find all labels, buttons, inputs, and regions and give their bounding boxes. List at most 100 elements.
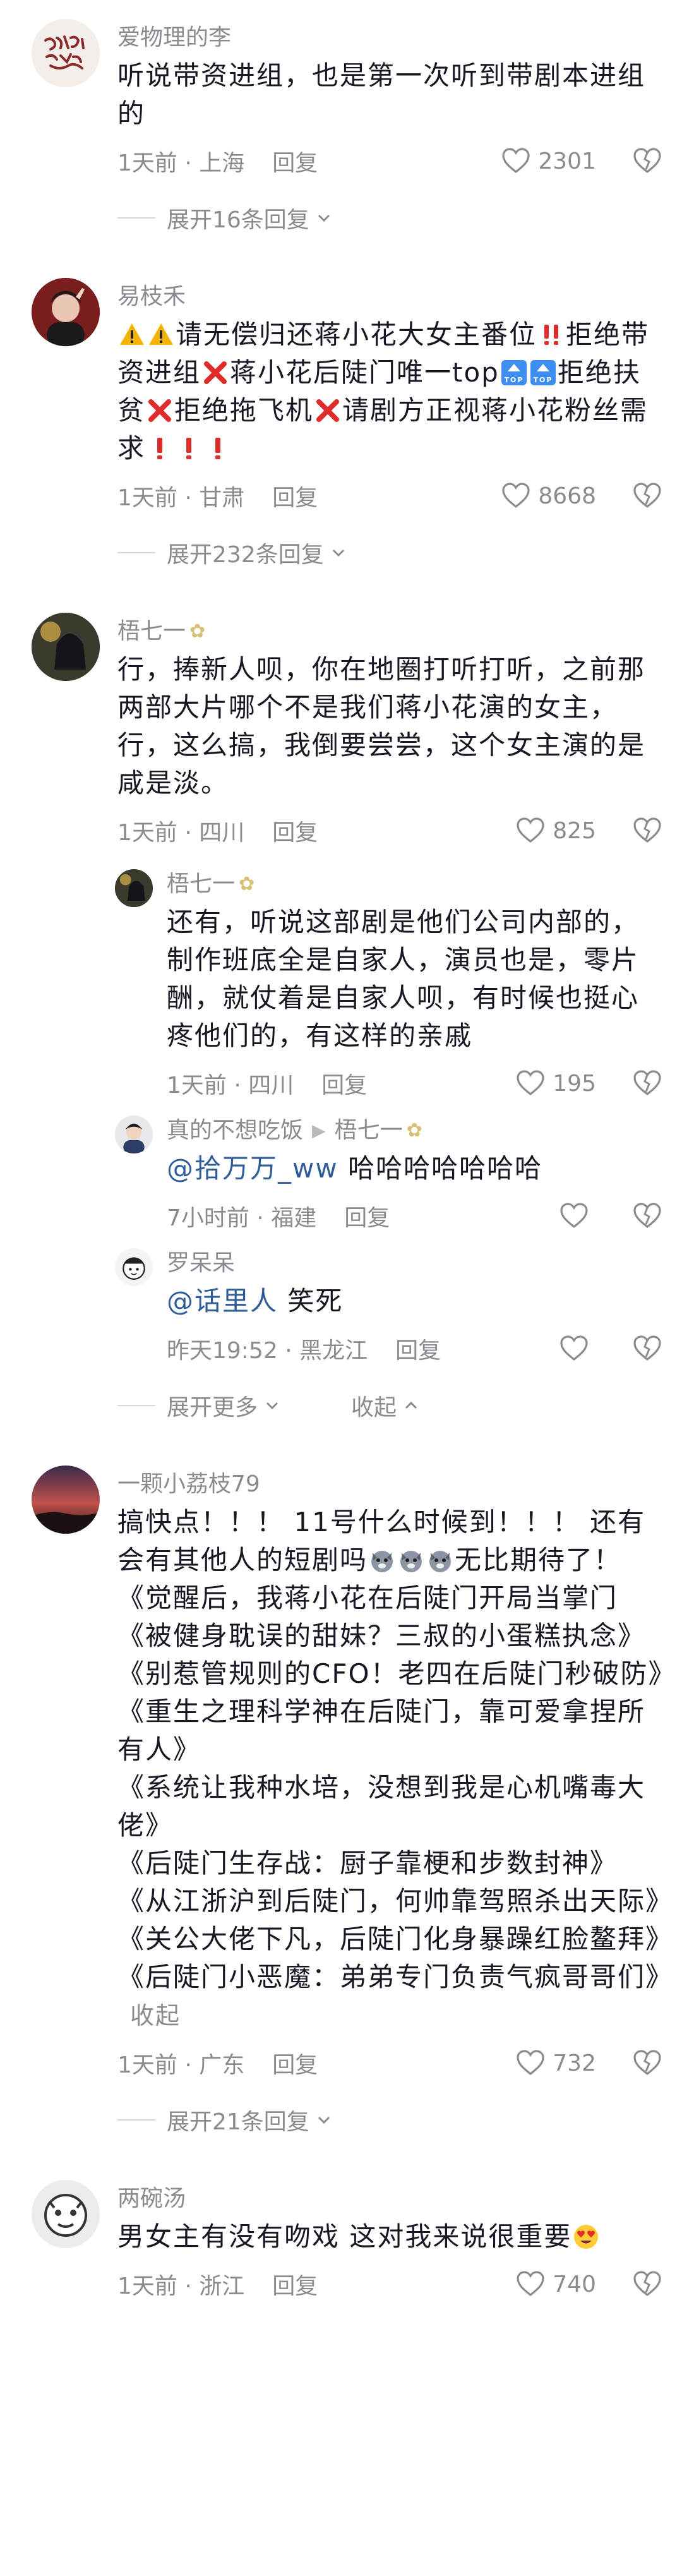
svg-text:TOP: TOP bbox=[533, 376, 553, 384]
like-button[interactable]: 8668 bbox=[500, 480, 596, 512]
reply-meta: 7小时前 · 福建 回复 bbox=[167, 1188, 663, 1244]
comment: 两碗汤 男女主有没有吻戏 这对我来说很重要 1天前 · 浙江 回复 740 bbox=[0, 2180, 682, 2313]
like-count: 732 bbox=[553, 2050, 596, 2076]
reply: 真的不想吃饭 ▶ 梧七一 ✿ @拾万万_ww 哈哈哈哈哈哈哈 7小时前 · 福建… bbox=[0, 1112, 682, 1244]
person-avatar-image bbox=[115, 869, 153, 907]
reply-button[interactable]: 回复 bbox=[344, 1200, 390, 1232]
exclamation-icon bbox=[186, 438, 192, 459]
heart-icon bbox=[517, 1070, 544, 1096]
avatar[interactable] bbox=[115, 869, 153, 907]
avatar[interactable] bbox=[115, 1116, 153, 1153]
like-button[interactable]: 825 bbox=[515, 815, 596, 846]
username-text: 真的不想吃饭 bbox=[167, 1117, 304, 1143]
exclamation-icon bbox=[157, 438, 163, 459]
heart-icon bbox=[560, 1203, 588, 1229]
like-button[interactable] bbox=[558, 1200, 596, 1232]
drama-title: 《从江浙沪到后陡门，何帅靠驾照杀出天际》 bbox=[117, 1886, 674, 1917]
text-segment: 哈哈哈哈哈哈哈 bbox=[338, 1153, 543, 1184]
text-segment: 男女主有没有吻戏 这对我来说很重要 bbox=[117, 2221, 572, 2252]
show-more-button[interactable]: 展开更多 bbox=[167, 1389, 282, 1422]
cross-mark-icon bbox=[204, 361, 227, 384]
time-location: 1天前 · 广东 bbox=[117, 2052, 245, 2078]
time-location: 1天前 · 浙江 bbox=[117, 2273, 245, 2299]
text-segment: 请无偿归还蒋小花大女主番位 bbox=[176, 319, 537, 350]
reply-meta: 昨天19:52 · 黑龙江 回复 bbox=[167, 1320, 663, 1377]
expand-replies-button[interactable]: 展开232条回复 bbox=[117, 524, 682, 581]
avatar[interactable] bbox=[32, 1466, 100, 1534]
comment-text: 搞快点！！！ 11号什么时候到！！！ 还有会有其他人的短剧吗 无比期待了！ 《觉醒… bbox=[117, 1503, 675, 2035]
reply-button[interactable]: 回复 bbox=[321, 1067, 367, 1100]
reply-button[interactable]: 回复 bbox=[395, 1332, 441, 1365]
comment: 易枝禾 请无偿归还蒋小花大女主番位 拒绝带资进组 蒋小花后陡门唯一top TOP TOP… bbox=[0, 278, 682, 524]
avatar[interactable] bbox=[115, 1248, 153, 1286]
reply-text: 还有，听说这部剧是他们公司内部的，制作班底全是自家人，演员也是，零片酬，就仗着是… bbox=[167, 906, 640, 1051]
drama-title: 《系统让我种水培，没想到我是心机嘴毒大佬》 bbox=[117, 1772, 646, 1841]
chevron-up-icon bbox=[405, 1401, 417, 1409]
avatar[interactable] bbox=[32, 278, 100, 346]
expand-replies-button[interactable]: 展开16条回复 bbox=[117, 190, 682, 246]
heart-icon bbox=[517, 2271, 544, 2297]
broken-heart-icon[interactable] bbox=[631, 1068, 663, 1099]
username[interactable]: 一颗小荔枝79 bbox=[117, 1466, 663, 1503]
mention-link[interactable]: @拾万万_ww bbox=[167, 1153, 338, 1184]
avatar[interactable] bbox=[32, 19, 100, 87]
reply-button[interactable]: 回复 bbox=[272, 814, 318, 847]
like-button[interactable]: 195 bbox=[515, 1068, 596, 1099]
like-button[interactable]: 2301 bbox=[500, 145, 596, 177]
heart-eyes-emoji-icon bbox=[574, 2225, 599, 2249]
like-count: 2301 bbox=[538, 148, 596, 174]
heart-icon bbox=[560, 1335, 588, 1361]
top-arrow-icon: TOP bbox=[501, 360, 527, 385]
like-count: 195 bbox=[553, 1070, 596, 1097]
reply-to-user[interactable]: 梧七一 bbox=[335, 1112, 403, 1150]
avatar[interactable] bbox=[32, 2180, 100, 2248]
comment: 梧七一 ✿ 行，捧新人呗，你在地圈打听打听，之前那两部大片哪个不是我们蒋小花演的女… bbox=[0, 613, 682, 859]
broken-heart-icon[interactable] bbox=[631, 2268, 663, 2300]
comment: 爱物理的李 听说带资进组，也是第一次听到带剧本进组的 1天前 · 上海 回复 2… bbox=[0, 19, 682, 190]
username[interactable]: 爱物理的李 bbox=[117, 19, 663, 57]
expand-replies-button[interactable]: 展开21条回复 bbox=[117, 2091, 682, 2148]
reply-button[interactable]: 回复 bbox=[272, 479, 318, 512]
chevron-down-icon bbox=[318, 2116, 330, 2124]
divider-line bbox=[117, 217, 155, 219]
mention-link[interactable]: @话里人 bbox=[167, 1285, 278, 1316]
drama-title: 《关公大佬下凡，后陡门化身暴躁红脸鳌拜》 bbox=[117, 1923, 674, 1954]
broken-heart-icon[interactable] bbox=[631, 1333, 663, 1364]
broken-heart-icon[interactable] bbox=[631, 145, 663, 177]
reply: 罗呆呆 @话里人 笑死 昨天19:52 · 黑龙江 回复 bbox=[0, 1244, 682, 1377]
reply-text: @话里人 笑死 bbox=[167, 1282, 663, 1320]
broken-heart-icon[interactable] bbox=[631, 2047, 663, 2079]
like-button[interactable] bbox=[558, 1333, 596, 1364]
avatar[interactable] bbox=[32, 613, 100, 681]
username[interactable]: 罗呆呆 bbox=[167, 1244, 663, 1282]
drama-title: 《重生之理科学神在后陡门，靠可爱拿捏所有人》 bbox=[117, 1696, 646, 1765]
text-segment: 无比期待了！ bbox=[455, 1544, 622, 1575]
time-location: 昨天19:52 · 黑龙江 bbox=[167, 1338, 368, 1364]
comment-meta: 1天前 · 上海 回复 2301 bbox=[117, 133, 663, 190]
divider-line bbox=[117, 2119, 155, 2121]
heart-icon bbox=[517, 2050, 544, 2076]
reply-button[interactable]: 回复 bbox=[272, 2047, 318, 2079]
username[interactable]: 梧七一 ✿ bbox=[117, 613, 663, 651]
broken-heart-icon[interactable] bbox=[631, 1200, 663, 1232]
collapse-button[interactable]: 收起 bbox=[351, 1389, 421, 1422]
username[interactable]: 两碗汤 bbox=[117, 2180, 663, 2218]
drama-title: 《被健身耽误的甜妹？三叔的小蛋糕执念》 bbox=[117, 1620, 646, 1651]
broken-heart-icon[interactable] bbox=[631, 815, 663, 846]
collapse-text-link[interactable]: 收起 bbox=[130, 2002, 181, 2030]
like-button[interactable]: 740 bbox=[515, 2268, 596, 2300]
time-location: 7小时前 · 福建 bbox=[167, 1205, 317, 1231]
broken-heart-icon[interactable] bbox=[631, 480, 663, 512]
reply-button[interactable]: 回复 bbox=[272, 145, 318, 178]
top-arrow-icon: TOP bbox=[530, 360, 556, 385]
chevron-down-icon bbox=[266, 1402, 278, 1410]
comment-text: 听说带资进组，也是第一次听到带剧本进组的 bbox=[117, 60, 646, 129]
heart-icon bbox=[517, 817, 544, 843]
like-button[interactable]: 732 bbox=[515, 2047, 596, 2079]
username[interactable]: 易枝禾 bbox=[117, 278, 663, 316]
reply-button[interactable]: 回复 bbox=[272, 2268, 318, 2301]
exclamation-icon bbox=[215, 438, 221, 459]
time-location: 1天前 · 上海 bbox=[117, 150, 245, 176]
username[interactable]: 梧七一 ✿ bbox=[167, 865, 663, 903]
username[interactable]: 真的不想吃饭 ▶ 梧七一 ✿ bbox=[167, 1112, 663, 1150]
